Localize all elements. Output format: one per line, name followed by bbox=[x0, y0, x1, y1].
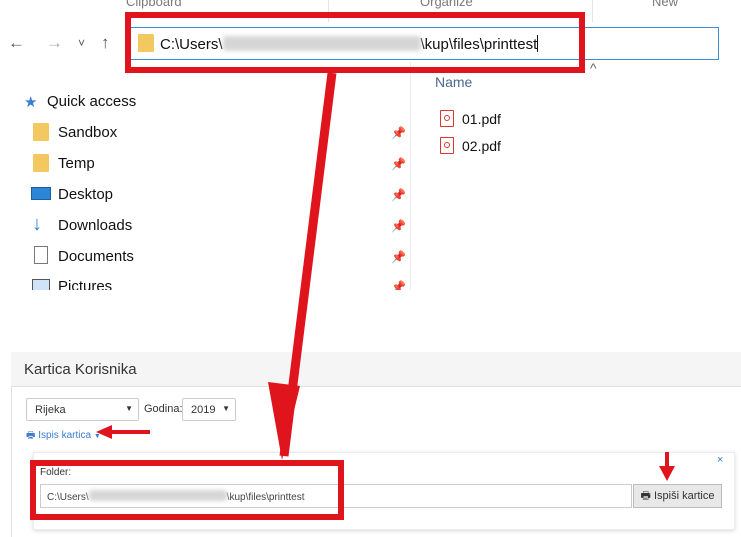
annotation-arrows bbox=[96, 72, 675, 481]
link-arrow-head bbox=[96, 425, 112, 439]
button-arrow-head bbox=[659, 466, 675, 481]
connector-arrow-head bbox=[268, 382, 300, 460]
